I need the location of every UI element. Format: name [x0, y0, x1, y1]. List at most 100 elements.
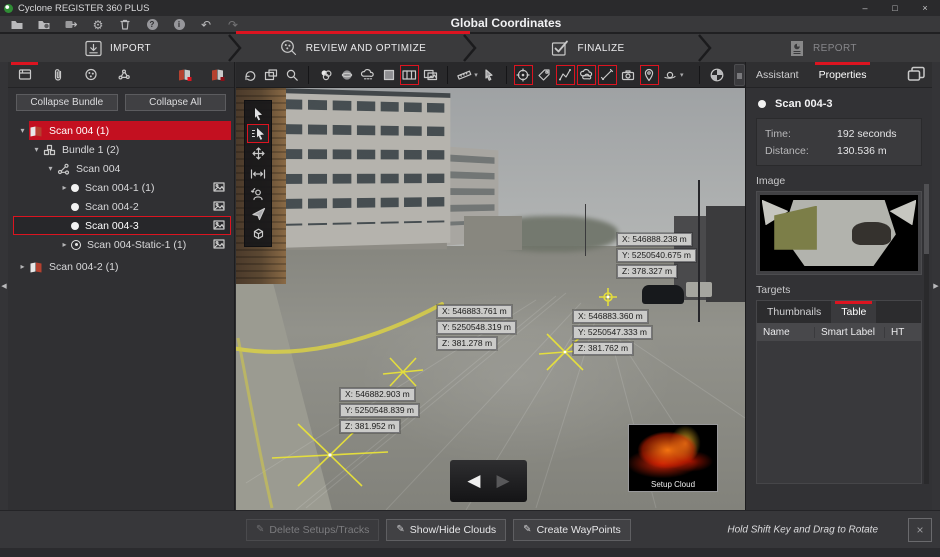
active-stage-indicator	[236, 31, 470, 34]
tree-row-scan-004-static-1[interactable]: ▸ Scan 004-Static-1 (1)	[8, 235, 234, 254]
smart-label-tool-icon[interactable]	[535, 65, 554, 85]
tree-row-scan-004-2[interactable]: Scan 004-2	[8, 197, 234, 216]
look-around-icon[interactable]	[247, 184, 269, 203]
settings-gear-icon[interactable]: ⚙	[89, 18, 107, 32]
undo-icon[interactable]: ↶	[197, 18, 215, 32]
scan-header: Scan 004-3	[756, 98, 922, 110]
panorama-mode-icon[interactable]	[400, 65, 419, 85]
create-bundle-icon[interactable]	[168, 62, 201, 87]
workflow-tab-report: REPORT	[705, 34, 940, 62]
properties-panel: Assistant Properties Scan 004-3 Time: 19…	[745, 62, 932, 510]
tab-table[interactable]: Table	[831, 301, 876, 323]
tree-row-scan-004-group[interactable]: ▾ Scan 004	[8, 159, 234, 178]
close-view-button[interactable]: ×	[908, 518, 932, 542]
pano-viewport-canvas[interactable]: X: 546888.238 m Y: 5250540.675 m Z: 378.…	[236, 88, 745, 510]
targets-table-body	[757, 341, 921, 483]
workflow-tab-finalize[interactable]: FINALIZE	[470, 34, 705, 62]
cube-view-icon[interactable]	[247, 224, 269, 243]
image-thumb-icon[interactable]	[213, 220, 225, 230]
tab-sites[interactable]	[74, 62, 107, 87]
cloud-mode-icon[interactable]	[358, 65, 377, 85]
help-icon[interactable]: ?	[143, 18, 161, 32]
menu-bar: ⚙ ? i ↶ ↷	[0, 16, 940, 33]
column-smart-label[interactable]: Smart Label	[815, 327, 885, 338]
open-project-icon[interactable]	[8, 18, 26, 32]
tab-links[interactable]	[107, 62, 140, 87]
remove-bundle-icon[interactable]	[201, 62, 234, 87]
tab-attachments[interactable]	[41, 62, 74, 87]
pano-preview-frame[interactable]	[756, 191, 922, 275]
workflow-tab-review-and-optimize[interactable]: REVIEW AND OPTIMIZE	[235, 34, 470, 62]
pencil-icon: ✎	[523, 524, 531, 535]
tree-row-bundle-1[interactable]: ▾ Bundle 1 (2)	[8, 140, 234, 159]
maximize-button[interactable]: □	[880, 0, 910, 16]
orbit-tool-caret[interactable]: ▾	[680, 71, 684, 79]
view-ball-icon[interactable]	[707, 65, 726, 85]
pick-arrow-icon[interactable]	[480, 65, 499, 85]
sphere-mode-icon[interactable]	[337, 65, 356, 85]
tree-row-scan-004-3-selected[interactable]: Scan 004-3	[8, 216, 234, 235]
multi-select-arrow-icon[interactable]	[247, 124, 269, 143]
pencil-icon: ✎	[396, 524, 404, 535]
rotate-view-icon[interactable]	[240, 65, 259, 85]
workflow-tab-import[interactable]: IMPORT	[0, 34, 235, 62]
column-name[interactable]: Name	[757, 327, 815, 338]
scrollbar-thumb[interactable]	[924, 184, 929, 254]
show-hide-clouds-button[interactable]: ✎ Show/Hide Clouds	[386, 519, 506, 541]
panel-scrollbar[interactable]	[924, 184, 929, 484]
tab-assistant[interactable]: Assistant	[746, 62, 809, 87]
close-button[interactable]: ×	[910, 0, 940, 16]
setup-dot-icon	[71, 184, 79, 192]
image-thumb-icon[interactable]	[213, 239, 225, 249]
tree-row-scan-004-bundle[interactable]: ▾ Scan 004 (1)	[8, 121, 234, 140]
detach-panel-icon[interactable]	[906, 65, 926, 83]
distance-tool-icon[interactable]	[598, 65, 617, 85]
minimize-button[interactable]: –	[850, 0, 880, 16]
collapse-all-button[interactable]: Collapse All	[125, 94, 227, 111]
collapse-bundle-button[interactable]: Collapse Bundle	[16, 94, 118, 111]
orbit-tool-icon[interactable]	[661, 65, 680, 85]
bundle-book-icon	[29, 125, 43, 137]
zoom-slider-thumb[interactable]	[737, 73, 742, 79]
waypoint-tool-icon[interactable]	[640, 65, 659, 85]
tree-row-scan-004-1[interactable]: ▸ Scan 004-1 (1)	[8, 178, 234, 197]
pan-icon[interactable]	[247, 144, 269, 163]
office-building	[276, 88, 450, 248]
create-waypoints-button[interactable]: ✎ Create WayPoints	[513, 519, 631, 541]
image-mode-icon[interactable]	[421, 65, 440, 85]
camera-tool-icon[interactable]	[619, 65, 638, 85]
color-mode-icon[interactable]	[316, 65, 335, 85]
measure-tool-icon[interactable]	[455, 65, 474, 85]
coordinate-label: X: 546882.903 m Y: 5250548.839 m Z: 381.…	[340, 388, 419, 433]
zoom-slider[interactable]	[734, 64, 745, 86]
previous-setup-button[interactable]: ◀	[467, 471, 480, 491]
fly-icon[interactable]	[247, 204, 269, 223]
viewport-toolbar: ▾ ▾	[236, 62, 745, 88]
plane-mode-icon[interactable]	[379, 65, 398, 85]
windows-layout-icon[interactable]	[261, 65, 280, 85]
delete-trash-icon[interactable]	[116, 18, 134, 32]
select-arrow-icon[interactable]	[247, 104, 269, 123]
right-panel-collapse-handle[interactable]: ▶	[932, 62, 940, 510]
image-thumb-icon[interactable]	[213, 201, 225, 211]
tree-row-scan-004-2-bundle[interactable]: ▸ Scan 004-2 (1)	[8, 257, 234, 276]
setup-cloud-thumbnail[interactable]: Setup Cloud	[628, 424, 718, 492]
tab-properties[interactable]: Properties	[809, 62, 877, 87]
coordinate-label: X: 546883.360 m Y: 5250547.333 m Z: 381.…	[573, 310, 652, 355]
zoom-horizontal-icon[interactable]	[247, 164, 269, 183]
setup-dot-icon	[71, 203, 79, 211]
save-project-icon[interactable]	[35, 18, 53, 32]
polyline-tool-icon[interactable]	[556, 65, 575, 85]
measure-tool-caret[interactable]: ▾	[474, 71, 478, 79]
column-ht[interactable]: HT	[885, 327, 921, 338]
pencil-icon: ✎	[256, 524, 264, 535]
image-thumb-icon[interactable]	[213, 182, 225, 192]
zoom-window-icon[interactable]	[282, 65, 301, 85]
cloud-select-tool-icon[interactable]	[577, 65, 596, 85]
tab-project[interactable]	[8, 62, 41, 87]
export-icon[interactable]	[62, 18, 80, 32]
info-icon[interactable]: i	[170, 18, 188, 32]
target-tool-icon[interactable]	[514, 65, 533, 85]
tab-thumbnails[interactable]: Thumbnails	[757, 301, 831, 323]
left-panel-collapse-handle[interactable]: ◀	[0, 62, 8, 510]
